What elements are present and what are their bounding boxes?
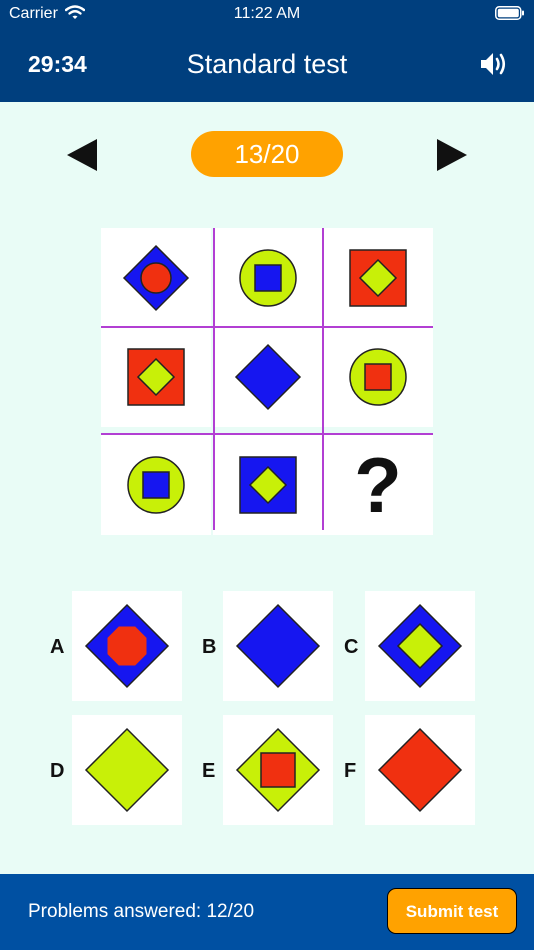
square-shape — [254, 264, 282, 292]
shape-icon — [127, 456, 185, 514]
question-mark: ? — [354, 441, 402, 529]
grid-divider — [213, 228, 215, 530]
square-shape — [260, 752, 296, 788]
diamond-shape — [377, 727, 463, 813]
shape-icon — [84, 603, 170, 689]
question-counter: 13/20 — [191, 131, 343, 177]
speaker-icon[interactable] — [479, 49, 511, 79]
option-shape — [72, 591, 182, 701]
shape-icon — [349, 348, 407, 406]
right-triangle-icon[interactable] — [436, 138, 468, 172]
puzzle-cell — [213, 327, 323, 427]
page-title: Standard test — [186, 49, 348, 79]
circle-shape — [140, 262, 172, 294]
option-letter: D — [50, 760, 65, 782]
shape-icon — [127, 348, 185, 406]
option-letter: B — [202, 636, 217, 658]
shape-icon — [239, 456, 297, 514]
diamond-shape — [235, 603, 321, 689]
option-letter: C — [344, 636, 359, 658]
puzzle-cell — [101, 435, 211, 535]
puzzle-cell — [101, 327, 211, 427]
square-shape — [364, 363, 392, 391]
option-shape — [365, 715, 475, 825]
shape-icon — [377, 727, 463, 813]
option-shape — [365, 591, 475, 701]
left-triangle-icon[interactable] — [66, 138, 98, 172]
shape-icon — [239, 249, 297, 307]
puzzle-cell — [323, 327, 433, 427]
grid-divider — [101, 326, 433, 328]
status-bar: Carrier 11:22 AM — [0, 0, 534, 28]
shape-icon — [122, 244, 190, 312]
status-clock: 11:22 AM — [233, 5, 301, 22]
option-shape — [223, 591, 333, 701]
shape-icon — [235, 603, 321, 689]
option-letter: F — [344, 760, 357, 782]
puzzle-cell — [101, 228, 211, 328]
shape-icon — [235, 727, 321, 813]
header-bar: Carrier 11:22 AM 29:34 Standard test — [0, 0, 534, 102]
option-shape — [72, 715, 182, 825]
octagon-shape — [107, 626, 147, 666]
shape-icon — [377, 603, 463, 689]
battery-icon — [495, 6, 524, 20]
diamond-shape — [84, 727, 170, 813]
puzzle-cell — [213, 435, 323, 535]
puzzle-cell — [213, 228, 323, 328]
shape-icon — [84, 727, 170, 813]
grid-divider — [101, 433, 433, 435]
option-letter: A — [50, 636, 65, 658]
shape-icon — [234, 343, 302, 411]
puzzle-cell — [323, 228, 433, 328]
square-shape — [142, 471, 170, 499]
option-shape — [223, 715, 333, 825]
grid-divider — [322, 228, 324, 530]
shape-icon — [349, 249, 407, 307]
footer-bar: Problems answered: 12/20 Submit test — [0, 874, 534, 950]
submit-test-button[interactable]: Submit test — [387, 888, 517, 934]
option-letter: E — [202, 760, 216, 782]
answered-count: Problems answered: 12/20 — [28, 901, 255, 922]
diamond-shape — [234, 343, 302, 411]
missing-cell: ? — [323, 435, 433, 535]
